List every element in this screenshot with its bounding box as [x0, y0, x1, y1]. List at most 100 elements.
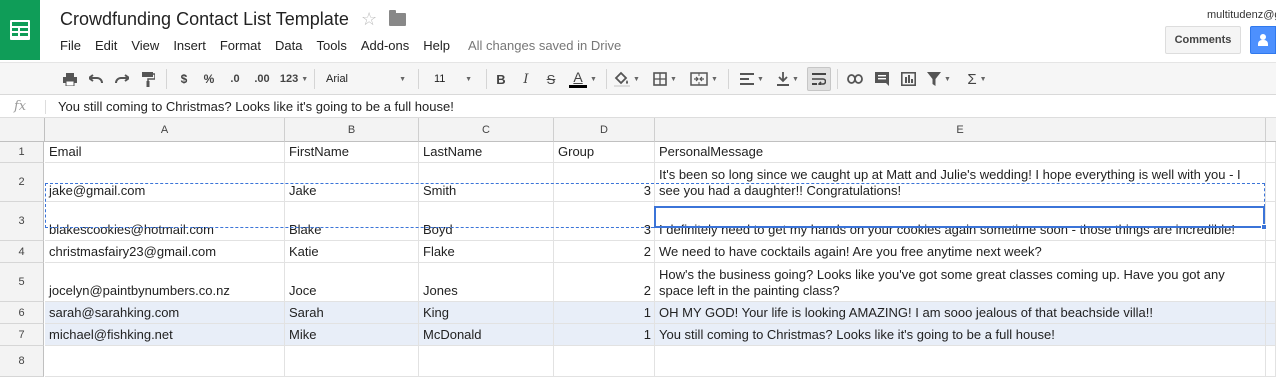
grid-cell[interactable]: jake@gmail.com: [45, 163, 285, 202]
grid-cell[interactable]: Blake: [285, 202, 419, 241]
header-cell[interactable]: Email: [45, 142, 285, 163]
grid-cell[interactable]: Flake: [419, 241, 554, 263]
borders-button[interactable]: ▼: [648, 67, 682, 91]
grid-cell[interactable]: [1266, 163, 1276, 202]
percent-format-button[interactable]: %: [200, 67, 218, 91]
grid-cell[interactable]: King: [419, 302, 554, 324]
grid-cell[interactable]: 3: [554, 163, 655, 202]
save-status[interactable]: All changes saved in Drive: [468, 38, 621, 53]
grid-cell[interactable]: OH MY GOD! Your life is looking AMAZING!…: [655, 302, 1266, 324]
grid-cell[interactable]: Sarah: [285, 302, 419, 324]
menu-data[interactable]: Data: [275, 38, 302, 53]
filter-icon[interactable]: ▼: [922, 67, 956, 91]
sheets-logo[interactable]: [0, 0, 40, 60]
grid-cell[interactable]: [1266, 346, 1276, 377]
grid-cell[interactable]: 3: [554, 202, 655, 241]
bold-button[interactable]: B: [493, 67, 509, 91]
text-wrap-button[interactable]: [807, 67, 831, 91]
currency-format-button[interactable]: $: [175, 67, 193, 91]
horizontal-align-button[interactable]: ▼: [736, 67, 768, 91]
column-header-d[interactable]: D: [554, 118, 655, 142]
grid-cell[interactable]: Katie: [285, 241, 419, 263]
menu-tools[interactable]: Tools: [316, 38, 346, 53]
share-button[interactable]: [1250, 26, 1276, 54]
grid-cell[interactable]: [1266, 302, 1276, 324]
grid-cell[interactable]: [1266, 324, 1276, 346]
decrease-decimal-button[interactable]: .0: [224, 67, 246, 91]
column-header-a[interactable]: A: [45, 118, 285, 142]
row-header[interactable]: 1: [0, 142, 44, 163]
grid-cell[interactable]: [1266, 263, 1276, 302]
star-icon[interactable]: ☆: [361, 9, 377, 30]
folder-icon[interactable]: [389, 10, 406, 26]
header-cell[interactable]: PersonalMessage: [655, 142, 1266, 163]
menu-insert[interactable]: Insert: [173, 38, 206, 53]
grid-cell[interactable]: [1266, 241, 1276, 263]
grid-cell[interactable]: Jake: [285, 163, 419, 202]
functions-button[interactable]: Σ ▼: [962, 67, 992, 91]
grid-cell[interactable]: 1: [554, 324, 655, 346]
grid-cell[interactable]: [45, 346, 285, 377]
grid-cell[interactable]: I definitely need to get my hands on you…: [655, 202, 1266, 241]
grid-cell[interactable]: We need to have cocktails again! Are you…: [655, 241, 1266, 263]
grid-cell[interactable]: blakescookies@hotmail.com: [45, 202, 285, 241]
header-cell[interactable]: Group: [554, 142, 655, 163]
grid-cell[interactable]: You still coming to Christmas? Looks lik…: [655, 324, 1266, 346]
grid-cell[interactable]: Joce: [285, 263, 419, 302]
insert-comment-icon[interactable]: [872, 67, 892, 91]
fill-color-button[interactable]: ▼: [613, 67, 641, 91]
fill-handle[interactable]: [1261, 224, 1267, 230]
row-header[interactable]: 2: [0, 163, 44, 202]
italic-button[interactable]: I: [518, 67, 534, 91]
grid-cell[interactable]: [655, 346, 1266, 377]
grid-cell[interactable]: 2: [554, 263, 655, 302]
grid-cell[interactable]: [1266, 202, 1276, 241]
strikethrough-button[interactable]: S: [543, 67, 559, 91]
grid-cell[interactable]: 2: [554, 241, 655, 263]
more-formats-dropdown[interactable]: 123 ▼: [277, 67, 311, 91]
grid-cell[interactable]: [1266, 142, 1276, 163]
grid-cell[interactable]: [554, 346, 655, 377]
row-header[interactable]: 7: [0, 324, 44, 346]
insert-chart-icon[interactable]: [898, 67, 918, 91]
grid-cell[interactable]: McDonald: [419, 324, 554, 346]
grid-cell[interactable]: Jones: [419, 263, 554, 302]
column-header-f[interactable]: [1266, 118, 1276, 142]
font-size-select[interactable]: 11 ▼: [426, 67, 480, 91]
redo-icon[interactable]: [112, 67, 132, 91]
column-header-b[interactable]: B: [285, 118, 419, 142]
select-all-corner[interactable]: [0, 118, 45, 142]
font-family-select[interactable]: Arial ▼: [322, 67, 410, 91]
comments-button[interactable]: Comments: [1165, 26, 1241, 54]
menu-edit[interactable]: Edit: [95, 38, 117, 53]
grid-cell[interactable]: Boyd: [419, 202, 554, 241]
grid-cell[interactable]: Smith: [419, 163, 554, 202]
print-icon[interactable]: [60, 67, 80, 91]
row-header[interactable]: 4: [0, 241, 44, 263]
header-cell[interactable]: FirstName: [285, 142, 419, 163]
document-title[interactable]: Crowdfunding Contact List Template: [60, 9, 349, 30]
user-email[interactable]: multitudenz@g: [1207, 9, 1276, 21]
column-header-c[interactable]: C: [419, 118, 554, 142]
grid-cell[interactable]: sarah@sarahking.com: [45, 302, 285, 324]
menu-file[interactable]: File: [60, 38, 81, 53]
grid-cell[interactable]: christmasfairy23@gmail.com: [45, 241, 285, 263]
grid-cell[interactable]: jocelyn@paintbynumbers.co.nz: [45, 263, 285, 302]
grid-cell[interactable]: [285, 346, 419, 377]
grid-cell[interactable]: [419, 346, 554, 377]
grid-cell[interactable]: Mike: [285, 324, 419, 346]
insert-link-icon[interactable]: [844, 67, 866, 91]
grid-cell[interactable]: 1: [554, 302, 655, 324]
grid-cell[interactable]: How's the business going? Looks like you…: [655, 263, 1266, 302]
menu-view[interactable]: View: [131, 38, 159, 53]
header-cell[interactable]: LastName: [419, 142, 554, 163]
paint-format-icon[interactable]: [138, 67, 158, 91]
menu-help[interactable]: Help: [423, 38, 450, 53]
row-header[interactable]: 3: [0, 202, 44, 241]
menu-addons[interactable]: Add-ons: [361, 38, 409, 53]
vertical-align-button[interactable]: ▼: [772, 67, 804, 91]
grid-cell[interactable]: It's been so long since we caught up at …: [655, 163, 1266, 202]
row-header[interactable]: 8: [0, 346, 44, 377]
row-header[interactable]: 6: [0, 302, 44, 324]
increase-decimal-button[interactable]: .00: [250, 67, 274, 91]
